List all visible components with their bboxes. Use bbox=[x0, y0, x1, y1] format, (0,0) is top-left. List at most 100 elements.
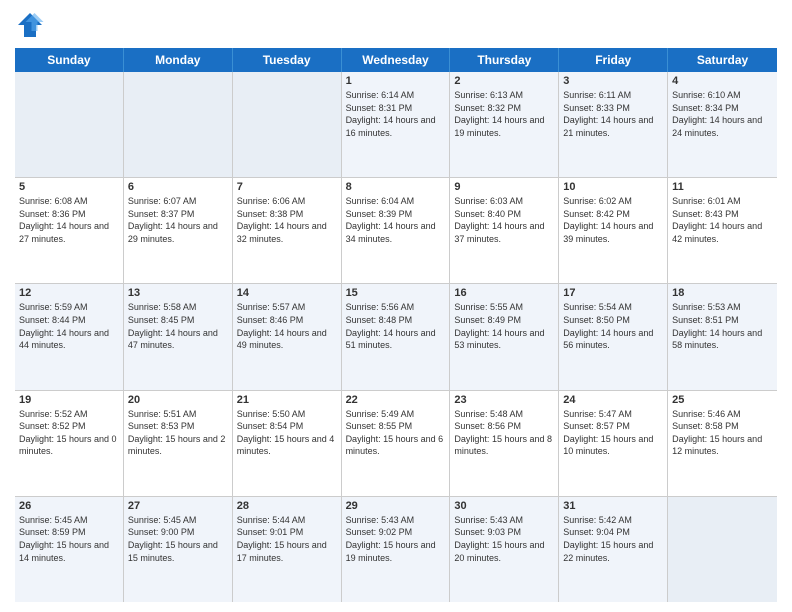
day-cell-26: 26 Sunrise: 5:45 AMSunset: 8:59 PMDayligh… bbox=[15, 497, 124, 602]
cell-text: Sunrise: 6:07 AMSunset: 8:37 PMDaylight:… bbox=[128, 195, 228, 245]
calendar-row-0: 1Sunrise: 6:14 AMSunset: 8:31 PMDaylight… bbox=[15, 72, 777, 178]
day-cell-1: 1Sunrise: 6:14 AMSunset: 8:31 PMDaylight… bbox=[342, 72, 451, 177]
day-number: 11 bbox=[672, 181, 773, 193]
day-cell-21: 21 Sunrise: 5:50 AMSunset: 8:54 PMDayligh… bbox=[233, 391, 342, 496]
cell-text: Sunrise: 5:45 AMSunset: 9:00 PMDaylight:… bbox=[128, 514, 228, 564]
cell-text: Sunrise: 5:43 AMSunset: 9:03 PMDaylight:… bbox=[454, 514, 554, 564]
day-number: 20 bbox=[128, 394, 228, 406]
day-cell-17: 17 Sunrise: 5:54 AMSunset: 8:50 PMDayligh… bbox=[559, 284, 668, 389]
header-cell-monday: Monday bbox=[124, 48, 233, 72]
cell-text: Sunrise: 5:43 AMSunset: 9:02 PMDaylight:… bbox=[346, 514, 446, 564]
day-number: 31 bbox=[563, 500, 663, 512]
day-cell-13: 13Sunrise: 5:58 AMSunset: 8:45 PMDayligh… bbox=[124, 284, 233, 389]
calendar: SundayMondayTuesdayWednesdayThursdayFrid… bbox=[15, 48, 777, 602]
cell-text: Sunrise: 6:03 AMSunset: 8:40 PMDaylight:… bbox=[454, 195, 554, 245]
header-cell-saturday: Saturday bbox=[668, 48, 777, 72]
day-number: 9 bbox=[454, 181, 554, 193]
calendar-row-3: 19 Sunrise: 5:52 AMSunset: 8:52 PMDayligh… bbox=[15, 391, 777, 497]
day-number: 16 bbox=[454, 287, 554, 299]
day-cell-29: 29Sunrise: 5:43 AMSunset: 9:02 PMDayligh… bbox=[342, 497, 451, 602]
cell-text: Sunrise: 5:44 AMSunset: 9:01 PMDaylight:… bbox=[237, 514, 337, 564]
day-number: 15 bbox=[346, 287, 446, 299]
cell-text: Sunrise: 5:48 AMSunset: 8:56 PMDaylight:… bbox=[454, 408, 554, 458]
day-cell-22: 22 Sunrise: 5:49 AMSunset: 8:55 PMDayligh… bbox=[342, 391, 451, 496]
cell-text: Sunrise: 6:14 AMSunset: 8:31 PMDaylight:… bbox=[346, 89, 446, 139]
day-number: 12 bbox=[19, 287, 119, 299]
cell-text: Sunrise: 5:45 AMSunset: 8:59 PMDaylight:… bbox=[19, 514, 119, 564]
day-number: 26 bbox=[19, 500, 119, 512]
day-cell-24: 24Sunrise: 5:47 AMSunset: 8:57 PMDayligh… bbox=[559, 391, 668, 496]
day-cell-16: 16 Sunrise: 5:55 AMSunset: 8:49 PMDayligh… bbox=[450, 284, 559, 389]
cell-text: Sunrise: 6:08 AMSunset: 8:36 PMDaylight:… bbox=[19, 195, 119, 245]
day-cell-30: 30Sunrise: 5:43 AMSunset: 9:03 PMDayligh… bbox=[450, 497, 559, 602]
day-number: 6 bbox=[128, 181, 228, 193]
day-cell-6: 6 Sunrise: 6:07 AMSunset: 8:37 PMDaylight… bbox=[124, 178, 233, 283]
calendar-row-4: 26 Sunrise: 5:45 AMSunset: 8:59 PMDayligh… bbox=[15, 497, 777, 602]
cell-text: Sunrise: 6:10 AMSunset: 8:34 PMDaylight:… bbox=[672, 89, 773, 139]
day-number: 18 bbox=[672, 287, 773, 299]
day-number: 19 bbox=[19, 394, 119, 406]
day-cell-2: 2 Sunrise: 6:13 AMSunset: 8:32 PMDaylight… bbox=[450, 72, 559, 177]
cell-text: Sunrise: 5:51 AMSunset: 8:53 PMDaylight:… bbox=[128, 408, 228, 458]
logo bbox=[15, 10, 49, 40]
day-cell-11: 11 Sunrise: 6:01 AMSunset: 8:43 PMDayligh… bbox=[668, 178, 777, 283]
day-cell-28: 28 Sunrise: 5:44 AMSunset: 9:01 PMDayligh… bbox=[233, 497, 342, 602]
day-cell-31: 31Sunrise: 5:42 AMSunset: 9:04 PMDayligh… bbox=[559, 497, 668, 602]
empty-cell bbox=[124, 72, 233, 177]
cell-text: Sunrise: 5:57 AMSunset: 8:46 PMDaylight:… bbox=[237, 301, 337, 351]
day-number: 17 bbox=[563, 287, 663, 299]
day-number: 7 bbox=[237, 181, 337, 193]
cell-text: Sunrise: 5:46 AMSunset: 8:58 PMDaylight:… bbox=[672, 408, 773, 458]
calendar-row-1: 5Sunrise: 6:08 AMSunset: 8:36 PMDaylight… bbox=[15, 178, 777, 284]
cell-text: Sunrise: 6:11 AMSunset: 8:33 PMDaylight:… bbox=[563, 89, 663, 139]
empty-cell bbox=[233, 72, 342, 177]
day-cell-19: 19 Sunrise: 5:52 AMSunset: 8:52 PMDayligh… bbox=[15, 391, 124, 496]
day-number: 8 bbox=[346, 181, 446, 193]
cell-text: Sunrise: 5:50 AMSunset: 8:54 PMDaylight:… bbox=[237, 408, 337, 458]
day-number: 14 bbox=[237, 287, 337, 299]
cell-text: Sunrise: 5:54 AMSunset: 8:50 PMDaylight:… bbox=[563, 301, 663, 351]
day-cell-20: 20 Sunrise: 5:51 AMSunset: 8:53 PMDayligh… bbox=[124, 391, 233, 496]
day-cell-9: 9 Sunrise: 6:03 AMSunset: 8:40 PMDaylight… bbox=[450, 178, 559, 283]
day-cell-18: 18 Sunrise: 5:53 AMSunset: 8:51 PMDayligh… bbox=[668, 284, 777, 389]
day-number: 28 bbox=[237, 500, 337, 512]
day-number: 27 bbox=[128, 500, 228, 512]
page: SundayMondayTuesdayWednesdayThursdayFrid… bbox=[0, 0, 792, 612]
cell-text: Sunrise: 5:49 AMSunset: 8:55 PMDaylight:… bbox=[346, 408, 446, 458]
day-number: 4 bbox=[672, 75, 773, 87]
day-number: 23 bbox=[454, 394, 554, 406]
day-cell-10: 10Sunrise: 6:02 AMSunset: 8:42 PMDayligh… bbox=[559, 178, 668, 283]
day-cell-14: 14 Sunrise: 5:57 AMSunset: 8:46 PMDayligh… bbox=[233, 284, 342, 389]
day-number: 21 bbox=[237, 394, 337, 406]
cell-text: Sunrise: 5:56 AMSunset: 8:48 PMDaylight:… bbox=[346, 301, 446, 351]
day-number: 13 bbox=[128, 287, 228, 299]
day-number: 22 bbox=[346, 394, 446, 406]
header-cell-sunday: Sunday bbox=[15, 48, 124, 72]
cell-text: Sunrise: 6:06 AMSunset: 8:38 PMDaylight:… bbox=[237, 195, 337, 245]
day-number: 2 bbox=[454, 75, 554, 87]
cell-text: Sunrise: 5:59 AMSunset: 8:44 PMDaylight:… bbox=[19, 301, 119, 351]
day-cell-27: 27 Sunrise: 5:45 AMSunset: 9:00 PMDayligh… bbox=[124, 497, 233, 602]
calendar-body: 1Sunrise: 6:14 AMSunset: 8:31 PMDaylight… bbox=[15, 72, 777, 602]
empty-cell bbox=[668, 497, 777, 602]
calendar-header: SundayMondayTuesdayWednesdayThursdayFrid… bbox=[15, 48, 777, 72]
cell-text: Sunrise: 5:53 AMSunset: 8:51 PMDaylight:… bbox=[672, 301, 773, 351]
day-cell-23: 23 Sunrise: 5:48 AMSunset: 8:56 PMDayligh… bbox=[450, 391, 559, 496]
cell-text: Sunrise: 6:13 AMSunset: 8:32 PMDaylight:… bbox=[454, 89, 554, 139]
day-cell-25: 25 Sunrise: 5:46 AMSunset: 8:58 PMDayligh… bbox=[668, 391, 777, 496]
day-number: 25 bbox=[672, 394, 773, 406]
header-cell-friday: Friday bbox=[559, 48, 668, 72]
cell-text: Sunrise: 6:02 AMSunset: 8:42 PMDaylight:… bbox=[563, 195, 663, 245]
day-number: 3 bbox=[563, 75, 663, 87]
header-cell-wednesday: Wednesday bbox=[342, 48, 451, 72]
cell-text: Sunrise: 6:01 AMSunset: 8:43 PMDaylight:… bbox=[672, 195, 773, 245]
cell-text: Sunrise: 5:52 AMSunset: 8:52 PMDaylight:… bbox=[19, 408, 119, 458]
cell-text: Sunrise: 6:04 AMSunset: 8:39 PMDaylight:… bbox=[346, 195, 446, 245]
day-cell-5: 5Sunrise: 6:08 AMSunset: 8:36 PMDaylight… bbox=[15, 178, 124, 283]
logo-icon bbox=[15, 10, 45, 40]
day-cell-12: 12 Sunrise: 5:59 AMSunset: 8:44 PMDayligh… bbox=[15, 284, 124, 389]
cell-text: Sunrise: 5:55 AMSunset: 8:49 PMDaylight:… bbox=[454, 301, 554, 351]
header-cell-tuesday: Tuesday bbox=[233, 48, 342, 72]
empty-cell bbox=[15, 72, 124, 177]
day-number: 24 bbox=[563, 394, 663, 406]
